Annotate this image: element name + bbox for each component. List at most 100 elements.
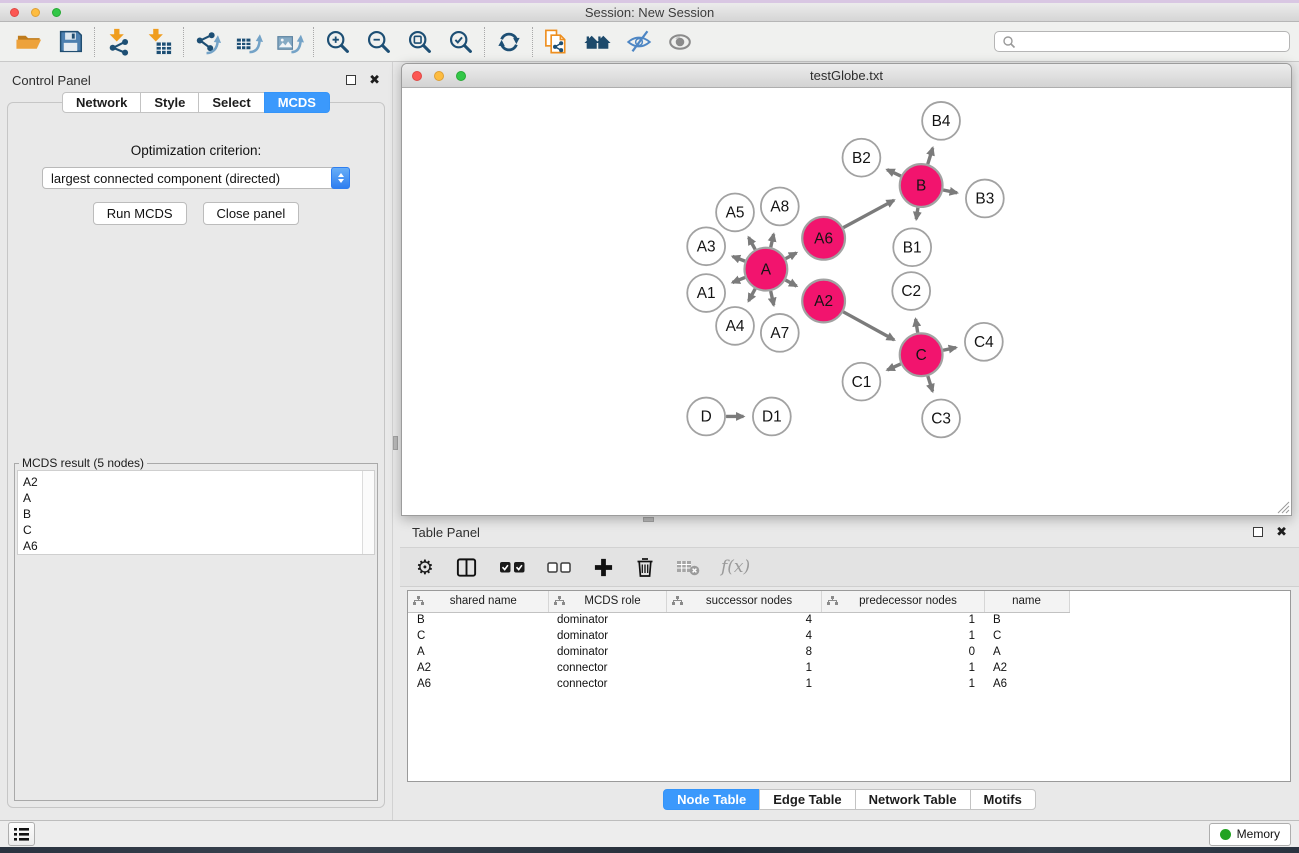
- table-cell[interactable]: 1: [821, 612, 984, 628]
- table-cell[interactable]: 8: [666, 644, 821, 660]
- table-cell[interactable]: dominator: [548, 644, 666, 660]
- hide-graphics-details-button[interactable]: [618, 24, 659, 60]
- table-cell[interactable]: A6: [408, 676, 548, 692]
- table-cell[interactable]: A: [984, 644, 1069, 660]
- close-panel-button[interactable]: Close panel: [203, 202, 300, 225]
- graph-edge-A-A3[interactable]: [733, 256, 745, 261]
- network-from-file-button[interactable]: [536, 24, 577, 60]
- import-network-button[interactable]: [98, 24, 139, 60]
- table-row[interactable]: Adominator80A: [408, 644, 1290, 660]
- column-header-successor-nodes[interactable]: successor nodes: [666, 591, 821, 612]
- graph-edge-B-B3[interactable]: [943, 190, 957, 193]
- table-cell[interactable]: 1: [821, 676, 984, 692]
- table-row[interactable]: Bdominator41B: [408, 612, 1290, 628]
- table-row[interactable]: Cdominator41C: [408, 628, 1290, 644]
- graph-edge-A2-C[interactable]: [843, 312, 894, 340]
- table-cell[interactable]: 0: [821, 644, 984, 660]
- table-row[interactable]: A2connector11A2: [408, 660, 1290, 676]
- result-item[interactable]: B: [23, 506, 362, 522]
- table-cell[interactable]: 1: [821, 660, 984, 676]
- result-item[interactable]: A: [23, 490, 362, 506]
- tab-mcds[interactable]: MCDS: [264, 92, 330, 113]
- table-cell[interactable]: 1: [666, 676, 821, 692]
- graph-edge-A-A5[interactable]: [749, 237, 756, 249]
- graph-node-C4[interactable]: C4: [965, 323, 1003, 361]
- graph-node-B3[interactable]: B3: [966, 180, 1004, 218]
- tab-motifs[interactable]: Motifs: [970, 789, 1036, 810]
- save-session-button[interactable]: [50, 24, 91, 60]
- show-panels-button[interactable]: [8, 822, 35, 846]
- delete-table-button[interactable]: [676, 558, 700, 576]
- select-all-columns-button[interactable]: [499, 560, 526, 575]
- graph-node-B4[interactable]: B4: [922, 102, 960, 140]
- column-header-shared-name[interactable]: shared name: [408, 591, 548, 612]
- table-cell[interactable]: dominator: [548, 612, 666, 628]
- export-network-button[interactable]: [187, 24, 228, 60]
- graph-edge-C-C3[interactable]: [928, 376, 933, 391]
- graph-edge-B-B1[interactable]: [916, 208, 918, 219]
- table-cell[interactable]: connector: [548, 660, 666, 676]
- table-cell[interactable]: A2: [408, 660, 548, 676]
- result-item[interactable]: A2: [23, 474, 362, 490]
- import-table-button[interactable]: [139, 24, 180, 60]
- table-cell[interactable]: 1: [821, 628, 984, 644]
- float-panel-icon[interactable]: [346, 75, 356, 85]
- graph-edge-B-B4[interactable]: [928, 148, 933, 164]
- tab-edge-table[interactable]: Edge Table: [759, 789, 855, 810]
- minimize-network-window-button[interactable]: [434, 71, 444, 81]
- result-list-scrollbar[interactable]: [362, 471, 374, 554]
- graph-node-B1[interactable]: B1: [893, 228, 931, 266]
- tab-style[interactable]: Style: [140, 92, 199, 113]
- zoom-selected-button[interactable]: [440, 24, 481, 60]
- show-column-button[interactable]: [455, 556, 478, 579]
- table-cell[interactable]: connector: [548, 676, 666, 692]
- table-settings-button[interactable]: ⚙: [416, 557, 434, 577]
- close-network-window-button[interactable]: [412, 71, 422, 81]
- column-header-predecessor-nodes[interactable]: predecessor nodes: [821, 591, 984, 612]
- memory-button[interactable]: Memory: [1209, 823, 1291, 846]
- minimize-window-button[interactable]: [31, 8, 40, 17]
- tab-select[interactable]: Select: [198, 92, 264, 113]
- graph-node-A5[interactable]: A5: [716, 194, 754, 232]
- graph-edge-C-C2[interactable]: [916, 319, 918, 333]
- tab-network-table[interactable]: Network Table: [855, 789, 971, 810]
- graph-node-A6[interactable]: A6: [802, 217, 845, 260]
- result-item[interactable]: C: [23, 522, 362, 538]
- graph-node-A7[interactable]: A7: [761, 314, 799, 352]
- close-panel-icon[interactable]: ✖: [369, 74, 380, 87]
- export-table-button[interactable]: [228, 24, 269, 60]
- column-header-MCDS-role[interactable]: MCDS role: [548, 591, 666, 612]
- criterion-select[interactable]: largest connected component (directed): [42, 167, 350, 189]
- export-image-button[interactable]: [269, 24, 310, 60]
- table-cell[interactable]: A6: [984, 676, 1069, 692]
- show-graphics-details-button[interactable]: [659, 24, 700, 60]
- graph-edge-A-A1[interactable]: [732, 277, 745, 282]
- graph-node-A4[interactable]: A4: [716, 307, 754, 345]
- zoom-fit-button[interactable]: [399, 24, 440, 60]
- close-table-panel-icon[interactable]: ✖: [1276, 526, 1287, 539]
- table-row[interactable]: A6connector11A6: [408, 676, 1290, 692]
- zoom-in-button[interactable]: [317, 24, 358, 60]
- zoom-network-window-button[interactable]: [456, 71, 466, 81]
- graph-node-C1[interactable]: C1: [843, 363, 881, 401]
- table-cell[interactable]: B: [984, 612, 1069, 628]
- table-cell[interactable]: dominator: [548, 628, 666, 644]
- table-cell[interactable]: A: [408, 644, 548, 660]
- graph-node-A1[interactable]: A1: [687, 274, 725, 312]
- function-builder-button[interactable]: f(x): [721, 557, 750, 577]
- delete-column-button[interactable]: [635, 556, 655, 578]
- graph-edge-A-A8[interactable]: [771, 234, 774, 247]
- graph-node-C2[interactable]: C2: [892, 272, 930, 310]
- graph-edge-A-A7[interactable]: [771, 291, 774, 305]
- close-window-button[interactable]: [10, 8, 19, 17]
- graph-edge-C-C4[interactable]: [943, 348, 956, 351]
- table-cell[interactable]: 1: [666, 660, 821, 676]
- table-cell[interactable]: C: [984, 628, 1069, 644]
- home-button[interactable]: [577, 24, 618, 60]
- graph-edge-A-A4[interactable]: [749, 289, 756, 301]
- graph-node-A3[interactable]: A3: [687, 227, 725, 265]
- graph-edge-C-C1[interactable]: [887, 364, 900, 370]
- graph-edge-B-B2[interactable]: [887, 170, 901, 176]
- table-cell[interactable]: A2: [984, 660, 1069, 676]
- refresh-button[interactable]: [488, 24, 529, 60]
